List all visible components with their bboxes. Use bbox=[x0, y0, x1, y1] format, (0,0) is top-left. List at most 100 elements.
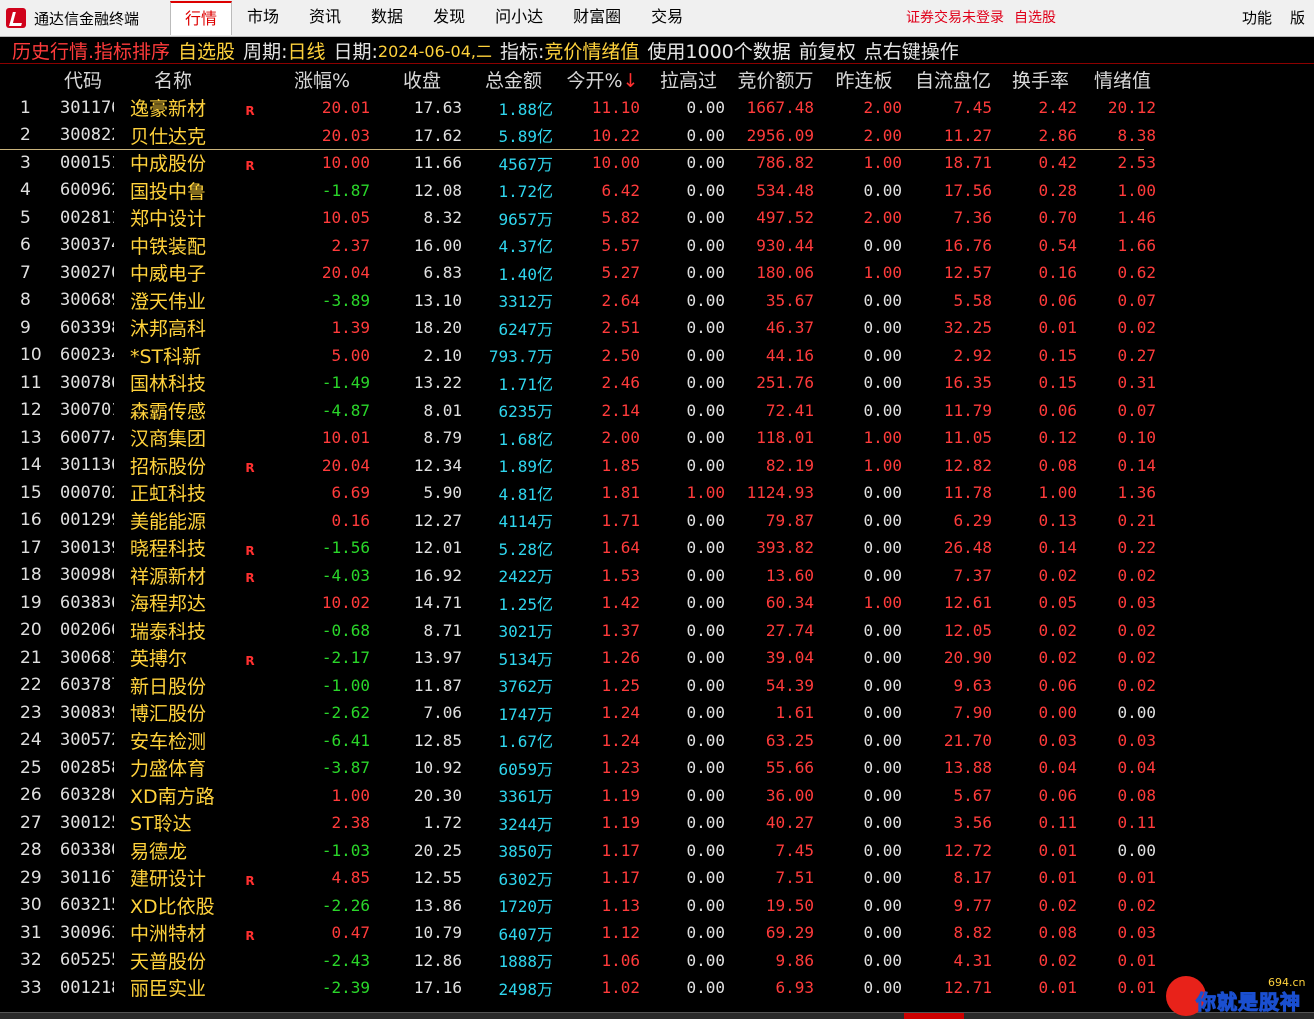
table-row[interactable]: 1 301176 逸豪新材 R 20.01 17.63 1.88亿 11.10 0.00 1667… bbox=[0, 94, 1156, 122]
header-mood[interactable]: 情绪值 bbox=[1083, 66, 1162, 93]
margin-flag bbox=[232, 517, 268, 523]
menu-tab-1[interactable]: 市场 bbox=[232, 1, 294, 33]
pull-high: 0.00 bbox=[686, 455, 725, 475]
stock-name: 博汇股份 bbox=[130, 703, 207, 726]
table-row[interactable]: 13 600774 汉商集团 10.01 8.79 1.68亿 2.00 0.00 118.01… bbox=[0, 424, 1156, 452]
header-code[interactable]: 代码 bbox=[52, 66, 114, 93]
table-row[interactable]: 23 300839 博汇股份 -2.62 7.06 1747万 1.24 0.00 1.61 0.… bbox=[0, 699, 1156, 727]
row-separator bbox=[0, 149, 1144, 150]
header-float-cap[interactable]: 自流盘亿 bbox=[908, 66, 998, 93]
float-cap: 3.56 bbox=[953, 813, 992, 833]
table-row[interactable]: 15 000702 正虹科技 6.69 5.90 4.81亿 1.81 1.00 1124.93… bbox=[0, 479, 1156, 507]
table-row[interactable]: 19 603836 海程邦达 10.02 14.71 1.25亿 1.42 0.00 60.34… bbox=[0, 589, 1156, 617]
scope-label[interactable]: 自选股 bbox=[178, 37, 235, 64]
float-cap: 13.88 bbox=[943, 758, 992, 778]
menu-tab-5[interactable]: 问小达 bbox=[480, 1, 558, 33]
prev-limit: 0.00 bbox=[863, 290, 902, 310]
menu-tab-4[interactable]: 发现 bbox=[418, 1, 480, 33]
table-row[interactable]: 28 603380 易德龙 -1.03 20.25 3850万 1.17 0.00 7.45 0.… bbox=[0, 837, 1156, 865]
table-row[interactable]: 20 002066 瑞泰科技 -0.68 8.71 3021万 1.37 0.00 27.74 0… bbox=[0, 617, 1156, 645]
row-index: 19 bbox=[20, 592, 42, 613]
table-row[interactable]: 22 603787 新日股份 -1.00 11.87 3762万 1.25 0.00 54.39… bbox=[0, 672, 1156, 700]
bid-amount: 63.25 bbox=[765, 730, 814, 750]
header-close[interactable]: 收盘 bbox=[376, 66, 468, 93]
table-row[interactable]: 25 002858 力盛体育 -3.87 10.92 6059万 1.23 0.00 55.66… bbox=[0, 754, 1156, 782]
turnover-rate: 0.02 bbox=[1038, 565, 1077, 585]
table-row[interactable]: 3 000151 中成股份 R 10.00 11.66 4567万 10.00 0.00 786.… bbox=[0, 149, 1156, 177]
table-row[interactable]: 26 603280 XD南方路 1.00 20.30 3361万 1.19 0.00 36.00… bbox=[0, 782, 1156, 810]
stock-code: 301167 bbox=[60, 867, 114, 888]
header-change[interactable]: 涨幅% bbox=[268, 66, 376, 93]
table-row[interactable]: 9 603398 沐邦高科 1.39 18.20 6247万 2.51 0.00 46.37 0.… bbox=[0, 314, 1156, 342]
adjust-text[interactable]: 前复权 bbox=[799, 37, 856, 64]
float-cap: 17.56 bbox=[943, 180, 992, 200]
table-row[interactable]: 32 605255 天普股份 -2.43 12.86 1888万 1.06 0.00 9.86 0… bbox=[0, 947, 1156, 975]
table-row[interactable]: 24 300572 安车检测 -6.41 12.85 1.67亿 1.24 0.00 63.25… bbox=[0, 727, 1156, 755]
header-pull[interactable]: 拉高过 bbox=[646, 66, 731, 93]
header-amount[interactable]: 总金额 bbox=[468, 66, 559, 93]
table-row[interactable]: 31 300963 中洲特材 R 0.47 10.79 6407万 1.12 0.00 69.29… bbox=[0, 919, 1156, 947]
period-value[interactable]: 日线 bbox=[287, 37, 325, 64]
menu-tab-6[interactable]: 财富圈 bbox=[558, 1, 636, 33]
stock-name: 力盛体育 bbox=[130, 758, 207, 781]
table-row[interactable]: 21 300681 英搏尔 R -2.17 13.97 5134万 1.26 0.00 39.04… bbox=[0, 644, 1156, 672]
table-row[interactable]: 7 300270 中威电子 20.04 6.83 1.40亿 5.27 0.00 180.06 1… bbox=[0, 259, 1156, 287]
turnover-rate: 0.70 bbox=[1038, 208, 1077, 228]
stock-name: 逸豪新材 bbox=[130, 98, 207, 121]
header-turnover[interactable]: 换手率 bbox=[998, 66, 1083, 93]
close-price: 12.01 bbox=[413, 538, 462, 558]
prev-limit: 0.00 bbox=[863, 978, 902, 998]
bottom-active-tab[interactable] bbox=[904, 1013, 964, 1019]
stock-name: 易德龙 bbox=[130, 840, 188, 863]
indicator-value[interactable]: 竞价情绪值 bbox=[544, 37, 639, 64]
float-cap: 12.61 bbox=[943, 593, 992, 613]
watchlist-link[interactable]: 自选股 bbox=[1014, 0, 1056, 36]
menu-tab-7[interactable]: 交易 bbox=[636, 1, 698, 33]
table-row[interactable]: 14 301136 招标股份 R 20.04 12.34 1.89亿 1.85 0.00 82.1… bbox=[0, 452, 1156, 480]
turnover-rate: 0.02 bbox=[1038, 648, 1077, 668]
prev-limit: 0.00 bbox=[863, 923, 902, 943]
menu-tab-3[interactable]: 数据 bbox=[356, 1, 418, 33]
pull-high: 0.00 bbox=[686, 895, 725, 915]
table-row[interactable]: 6 300374 中铁装配 2.37 16.00 4.37亿 5.57 0.00 930.44 0… bbox=[0, 232, 1156, 260]
table-row[interactable]: 17 300139 晓程科技 R -1.56 12.01 5.28亿 1.64 0.00 393.… bbox=[0, 534, 1156, 562]
table-row[interactable]: 8 300689 澄天伟业 -3.89 13.10 3312万 2.64 0.00 35.67 0… bbox=[0, 287, 1156, 315]
function-menu[interactable]: 功能 bbox=[1242, 0, 1272, 36]
float-cap: 11.27 bbox=[943, 125, 992, 145]
table-row[interactable]: 18 300980 祥源新材 R -4.03 16.92 2422万 1.53 0.00 13.6… bbox=[0, 562, 1156, 590]
table-row[interactable]: 33 001218 丽臣实业 -2.39 17.16 2498万 1.02 0.00 6.93 0… bbox=[0, 974, 1156, 1002]
close-price: 13.10 bbox=[413, 290, 462, 310]
row-index: 33 bbox=[20, 977, 42, 998]
header-prev-limit[interactable]: 昨连板 bbox=[820, 66, 908, 93]
table-row[interactable]: 5 002811 郑中设计 10.05 8.32 9657万 5.82 0.00 497.52 2… bbox=[0, 204, 1156, 232]
prev-limit: 0.00 bbox=[863, 840, 902, 860]
login-status-link[interactable]: 证券交易未登录 bbox=[906, 0, 1004, 36]
prev-limit: 1.00 bbox=[863, 263, 902, 283]
open-pct: 1.24 bbox=[601, 703, 640, 723]
menu-tab-2[interactable]: 资讯 bbox=[294, 1, 356, 33]
table-row[interactable]: 30 603215 XD比依股 -2.26 13.86 1720万 1.13 0.00 19.5… bbox=[0, 892, 1156, 920]
total-amount: 2422万 bbox=[498, 567, 553, 587]
header-open[interactable]: 今开%↓ bbox=[559, 66, 646, 93]
bid-amount: 6.93 bbox=[775, 978, 814, 998]
table-row[interactable]: 27 300125 ST聆达 2.38 1.72 3244万 1.19 0.00 40.27 0.… bbox=[0, 809, 1156, 837]
table-row[interactable]: 2 300822 贝仕达克 20.03 17.62 5.89亿 10.22 0.00 2956.… bbox=[0, 122, 1156, 150]
bid-amount: 55.66 bbox=[765, 758, 814, 778]
table-row[interactable]: 29 301167 建研设计 R 4.85 12.55 6302万 1.17 0.00 7.51 0… bbox=[0, 864, 1156, 892]
close-price: 8.01 bbox=[423, 400, 462, 420]
table-row[interactable]: 16 001299 美能能源 0.16 12.27 4114万 1.71 0.00 79.87 0… bbox=[0, 507, 1156, 535]
table-row[interactable]: 12 300701 森霸传感 -4.87 8.01 6235万 2.14 0.00 72.41 0… bbox=[0, 397, 1156, 425]
table-row[interactable]: 11 300786 国林科技 -1.49 13.22 1.71亿 2.46 0.00 251.7… bbox=[0, 369, 1156, 397]
menu-tab-0[interactable]: 行情 bbox=[170, 1, 233, 35]
mode-label[interactable]: 历史行情.指标排序 bbox=[12, 37, 170, 64]
table-row[interactable]: 4 600962 国投中鲁 -1.87 12.08 1.72亿 6.42 0.00 534.48… bbox=[0, 177, 1156, 205]
stock-code: 002066 bbox=[60, 620, 114, 641]
row-index: 13 bbox=[20, 427, 42, 448]
table-row[interactable]: 10 600234 *ST科新 5.00 2.10 793.7万 2.50 0.00 44.16… bbox=[0, 342, 1156, 370]
close-price: 20.25 bbox=[413, 840, 462, 860]
prev-limit: 0.00 bbox=[863, 345, 902, 365]
header-name[interactable]: 名称 bbox=[114, 66, 232, 93]
header-bid-amount[interactable]: 竞价额万 bbox=[731, 66, 820, 93]
close-price: 13.97 bbox=[413, 648, 462, 668]
date-value[interactable]: 2024-06-04,二 bbox=[378, 38, 492, 62]
